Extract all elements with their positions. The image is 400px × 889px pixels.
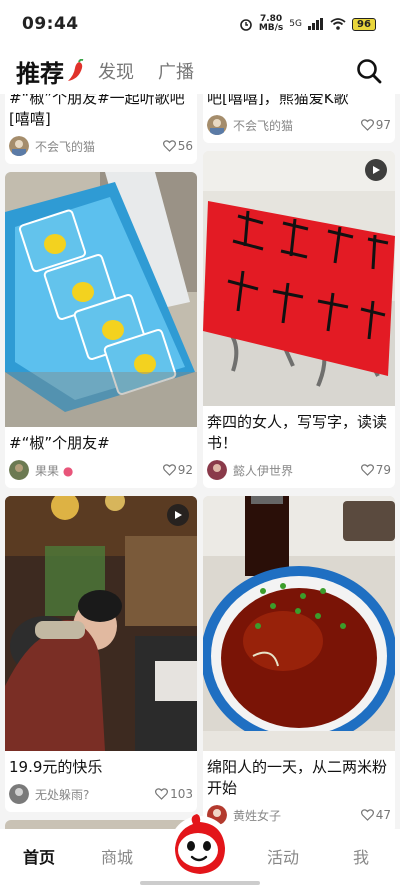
top-navigation: 推荐 发现 广播 (0, 48, 400, 94)
heart-icon (360, 809, 374, 821)
wifi-icon (330, 18, 346, 30)
card-meta: 不会飞的猫 97 (203, 111, 395, 143)
status-time: 09:44 (22, 14, 79, 34)
like-count: 79 (375, 463, 391, 477)
chili-pepper-icon (68, 59, 84, 81)
like-button[interactable]: 103 (155, 787, 193, 801)
feed-column-left: #“椒”个朋友#一起听歌吧[嘻嘻] 不会飞的猫 56 #“椒”个朋友# 果果 ●… (5, 94, 197, 829)
like-count: 56 (177, 139, 193, 153)
card-author[interactable]: 果果 ● (35, 462, 163, 479)
status-bar: 09:44 7.80 MB/s 5G 96 (0, 0, 400, 48)
card-meta: 懿人伊世界 79 (203, 456, 395, 488)
like-count: 47 (375, 808, 391, 822)
like-button[interactable]: 92 (162, 463, 193, 477)
card-meta: 无处躲雨? 103 (5, 780, 197, 812)
heart-icon (360, 464, 374, 476)
bottom-navigation: 首页 商城 活动 我 (0, 814, 400, 889)
card-image[interactable] (5, 496, 197, 751)
like-button[interactable]: 47 (360, 808, 391, 822)
play-icon[interactable] (167, 504, 189, 526)
feed-card[interactable]: 绵阳人的一天，从二两米粉开始 黄姓女子 47 (203, 496, 395, 829)
card-title: #“椒”个朋友# (9, 434, 110, 452)
feed-card[interactable]: 吧[嘻嘻]，熊猫爱K歌 不会飞的猫 97 (203, 94, 395, 143)
heart-icon (360, 119, 374, 131)
network-speed: 7.80 MB/s (259, 15, 283, 33)
mascot-logo-icon (170, 814, 230, 876)
heart-icon (162, 140, 176, 152)
feed-column-right: 吧[嘻嘻]，熊猫爱K歌 不会飞的猫 97 奔四的女人，写写字，读读书！ 懿人伊世… (203, 94, 395, 829)
like-button[interactable]: 79 (360, 463, 391, 477)
like-count: 92 (177, 463, 193, 477)
like-button[interactable]: 97 (360, 118, 391, 132)
restaurant-photo (5, 496, 197, 751)
content-feed[interactable]: #“椒”个朋友#一起听歌吧[嘻嘻] 不会飞的猫 56 #“椒”个朋友# 果果 ●… (0, 94, 400, 829)
search-icon[interactable] (356, 58, 382, 84)
calligraphy-photo (203, 151, 395, 406)
card-meta: 不会飞的猫 56 (5, 132, 197, 164)
avatar[interactable] (207, 115, 227, 135)
play-icon[interactable] (365, 159, 387, 181)
avatar[interactable] (9, 460, 29, 480)
card-author[interactable]: 无处躲雨? (35, 786, 155, 803)
nav-home[interactable]: 首页 (9, 844, 69, 868)
card-image[interactable] (203, 151, 395, 406)
feed-card[interactable]: #“椒”个朋友#一起听歌吧[嘻嘻] 不会飞的猫 56 (5, 94, 197, 164)
feed-card[interactable]: 19.9元的快乐 无处躲雨? 103 (5, 496, 197, 812)
home-indicator[interactable] (140, 881, 260, 885)
card-title: #“椒”个朋友#一起听歌吧[嘻嘻] (9, 94, 185, 128)
like-count: 103 (170, 787, 193, 801)
status-icons: 7.80 MB/s 5G 96 (239, 15, 376, 33)
noodle-soup-photo (203, 496, 395, 751)
card-title: 19.9元的快乐 (9, 758, 103, 776)
signal-icon (308, 18, 323, 30)
like-button[interactable]: 56 (162, 139, 193, 153)
alarm-icon (240, 19, 252, 31)
card-image[interactable] (5, 172, 197, 427)
candy-icon: ● (62, 463, 74, 478)
card-title: 绵阳人的一天，从二两米粉开始 (207, 758, 388, 797)
milk-boxes-photo (5, 172, 197, 427)
card-author[interactable]: 黄姓女子 (233, 807, 361, 824)
tab-recommend[interactable]: 推荐 (16, 54, 64, 89)
nav-me[interactable]: 我 (331, 844, 391, 868)
card-meta: 果果 ● 92 (5, 456, 197, 488)
network-type: 5G (289, 19, 302, 29)
heart-icon (155, 788, 169, 800)
tab-broadcast[interactable]: 广播 (158, 58, 194, 84)
feed-card[interactable]: 奔四的女人，写写字，读读书！ 懿人伊世界 79 (203, 151, 395, 488)
like-count: 97 (375, 118, 391, 132)
card-image[interactable] (203, 496, 395, 751)
avatar[interactable] (207, 460, 227, 480)
card-author[interactable]: 不会飞的猫 (35, 138, 163, 155)
author-name: 果果 (35, 463, 60, 478)
feed-card[interactable]: #“椒”个朋友# 果果 ● 92 (5, 172, 197, 488)
speed-unit: MB/s (258, 23, 284, 33)
card-author[interactable]: 不会飞的猫 (233, 117, 361, 134)
nav-activity[interactable]: 活动 (253, 844, 313, 868)
nav-publish-button[interactable] (165, 814, 235, 886)
avatar[interactable] (9, 136, 29, 156)
avatar[interactable] (9, 784, 29, 804)
heart-icon (162, 464, 176, 476)
tab-discover[interactable]: 发现 (98, 58, 134, 84)
nav-mall[interactable]: 商城 (87, 844, 147, 868)
card-author[interactable]: 懿人伊世界 (233, 462, 361, 479)
battery-indicator: 96 (352, 17, 376, 31)
card-title: 吧[嘻嘻]，熊猫爱K歌 (207, 94, 349, 107)
card-title: 奔四的女人，写写字，读读书！ (207, 413, 388, 452)
